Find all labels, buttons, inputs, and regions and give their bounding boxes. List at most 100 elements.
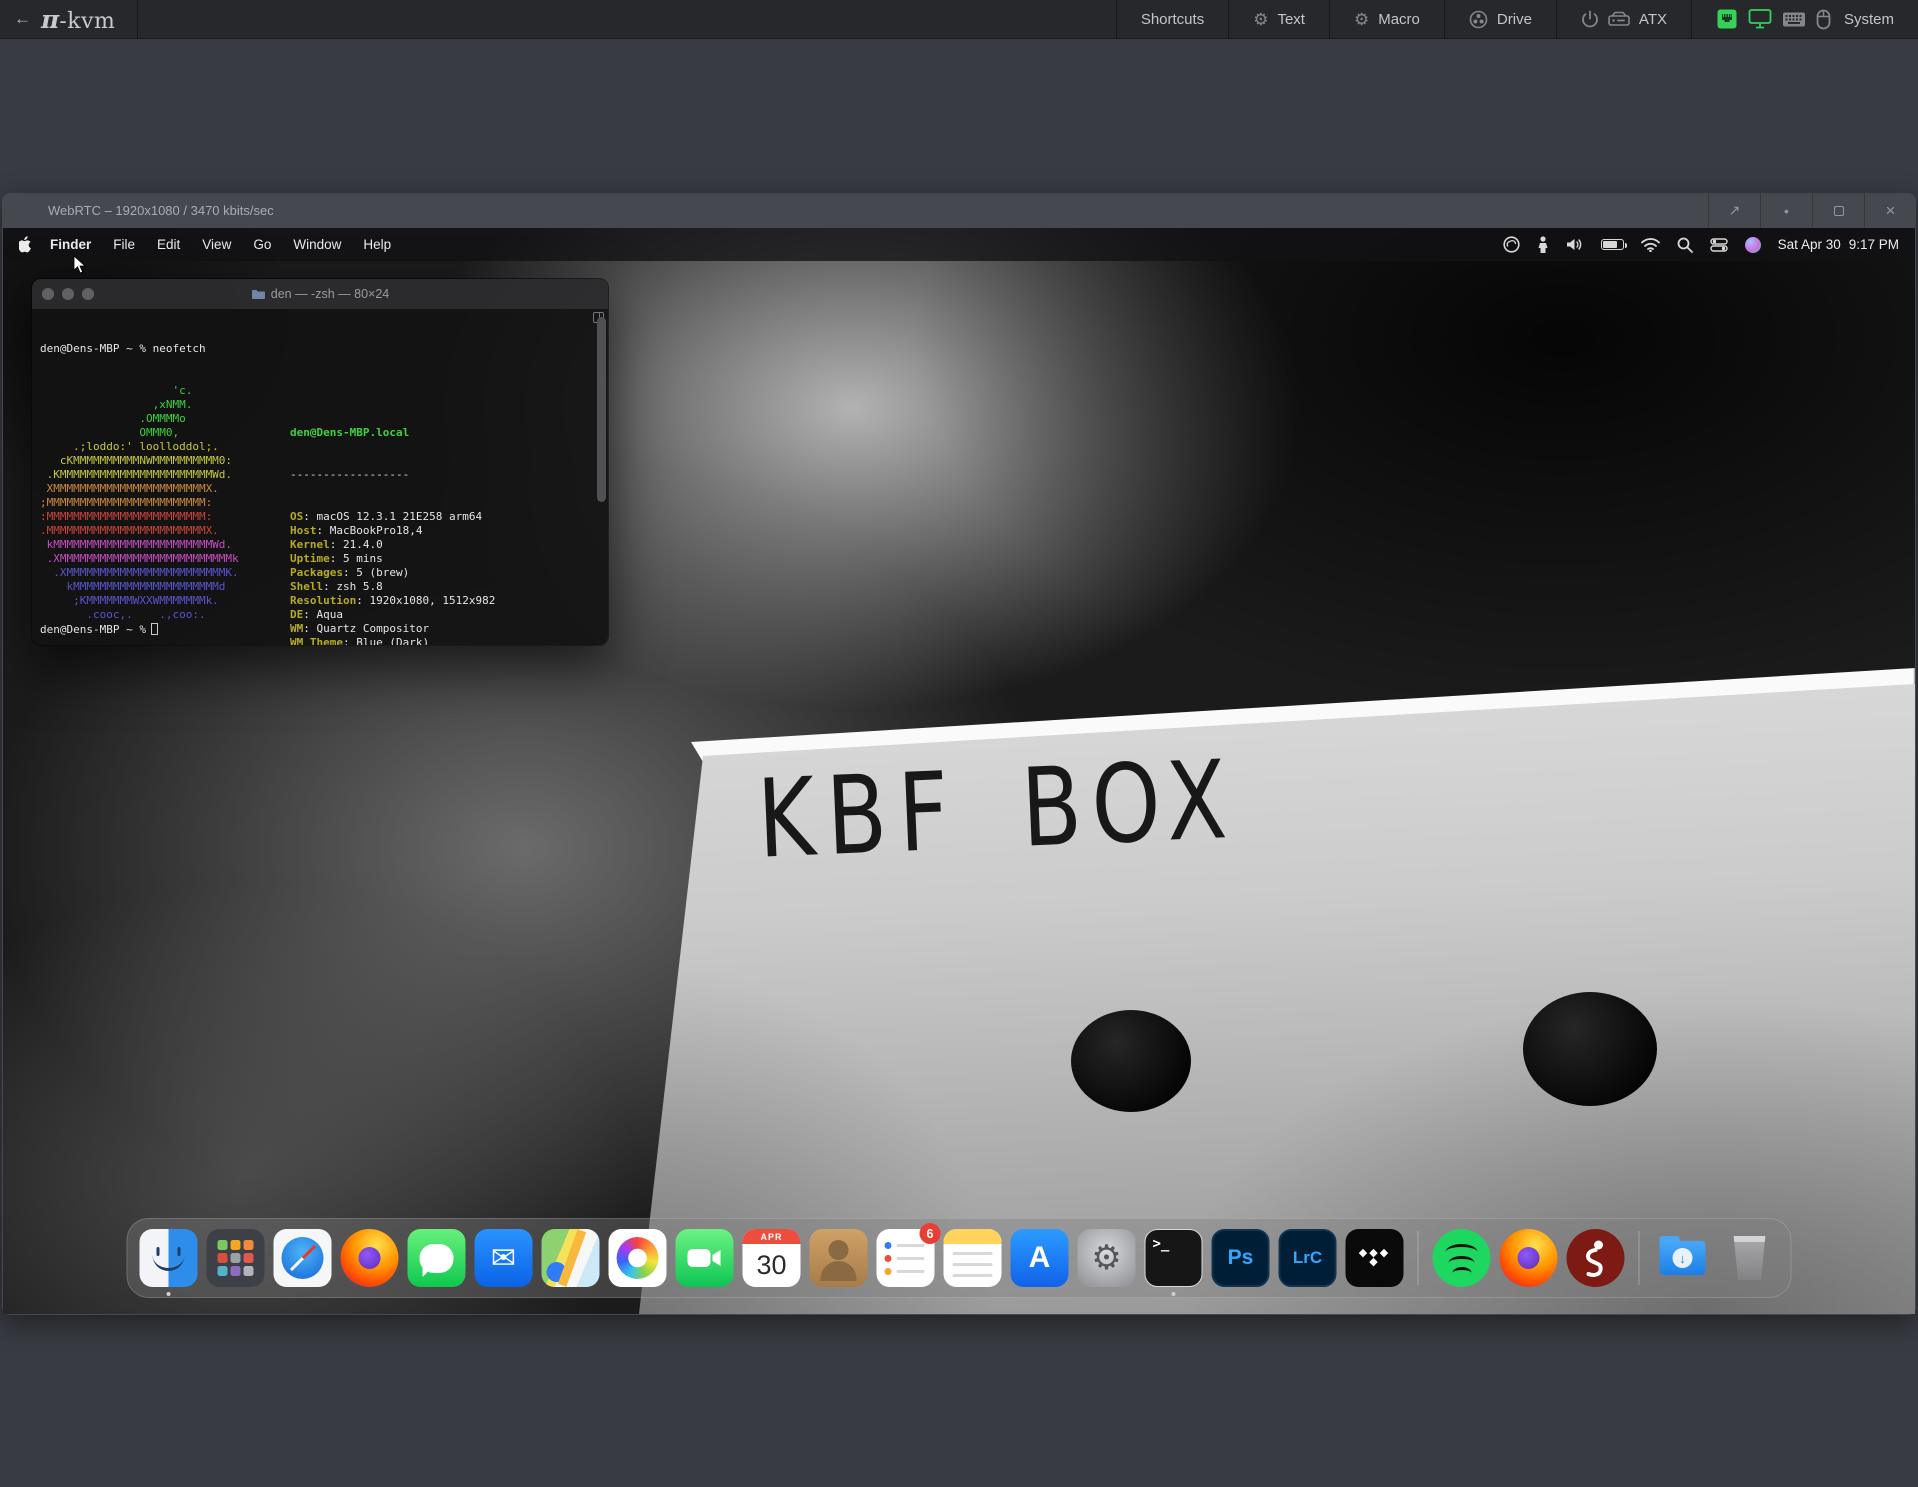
dock-icon-reminders[interactable]: 6 [877, 1229, 935, 1287]
dock-icon-notes[interactable] [944, 1229, 1002, 1287]
dock-icon-launchpad[interactable] [207, 1229, 265, 1287]
dock-icon-contacts[interactable] [810, 1229, 868, 1287]
spotify-waves-icon [1446, 1244, 1478, 1252]
neofetch-host-line: den@Dens-MBP.local [290, 426, 495, 440]
terminal-content[interactable]: den@Dens-MBP ~ % neofetch 'c. ,xNMM. .OM… [32, 309, 608, 646]
dock-icon-safari[interactable] [274, 1229, 332, 1287]
macos-dock: ✉ APR 30 6 [127, 1218, 1792, 1298]
macro-menu[interactable]: ⚙ Macro [1329, 0, 1444, 38]
pikvm-logo: π-kvm [41, 5, 115, 34]
gear-icon: ⚙ [1253, 11, 1268, 28]
dock-icon-lightroom-classic[interactable]: LrC [1279, 1229, 1337, 1287]
terminal-titlebar[interactable]: den — -zsh — 80×24 [32, 279, 608, 309]
neofetch-ascii-apple: 'c. ,xNMM. .OMMMMo OMMM0, .;loddo:' lool… [40, 384, 264, 646]
status-icons [1716, 8, 1831, 30]
dock-icon-calendar[interactable]: APR 30 [743, 1229, 801, 1287]
close-button[interactable]: × [1864, 193, 1916, 228]
dock-icon-firefox[interactable] [341, 1229, 399, 1287]
shortcuts-label: Shortcuts [1141, 11, 1204, 28]
control-center-icon[interactable] [1710, 238, 1728, 252]
neofetch-separator: ------------------ [290, 468, 495, 482]
maximize-button[interactable] [1812, 193, 1864, 228]
dock-icon-app-store[interactable]: A [1011, 1229, 1069, 1287]
macro-label: Macro [1378, 11, 1420, 28]
reset-size-button[interactable]: • [1760, 193, 1812, 228]
dock-icon-spotify[interactable] [1433, 1229, 1491, 1287]
figure-icon[interactable] [1537, 236, 1549, 254]
power-icon [1581, 10, 1599, 28]
dock-icon-system-preferences[interactable]: ⚙ [1078, 1229, 1136, 1287]
neofetch-output: 'c. ,xNMM. .OMMMMo OMMM0, .;loddo:' lool… [40, 384, 600, 646]
menubar-item-file[interactable]: File [102, 237, 146, 252]
menubar-item-finder[interactable]: Finder [39, 237, 102, 252]
envelope-icon: ✉ [491, 1241, 516, 1276]
pikvm-topbar: ← π-kvm Shortcuts ⚙ Text ⚙ Macro Drive A… [0, 0, 1918, 39]
gear-icon: ⚙ [1354, 11, 1369, 28]
webrtc-stream-window: WebRTC – 1920x1080 / 3470 kbits/sec ↗ • … [2, 193, 1916, 1315]
calendar-month: APR [743, 1229, 801, 1244]
dock-icon-downloads[interactable]: ↓ [1654, 1229, 1712, 1287]
menubar-item-view[interactable]: View [191, 237, 242, 252]
safari-compass-icon [282, 1237, 324, 1279]
text-label: Text [1277, 11, 1305, 28]
terminal-prompt: den@Dens-MBP ~ % [40, 623, 158, 637]
video-camera-icon [687, 1246, 723, 1270]
downloads-folder-icon: ↓ [1660, 1241, 1706, 1275]
atx-label: ATX [1639, 11, 1667, 28]
dock-icon-trash[interactable] [1721, 1229, 1779, 1287]
launchpad-grid-icon [216, 1238, 256, 1278]
dock-separator [1639, 1231, 1640, 1285]
stream-window-controls: ↗ • × [1708, 193, 1916, 228]
stream-titlebar[interactable]: WebRTC – 1920x1080 / 3470 kbits/sec ↗ • … [2, 193, 1916, 228]
atx-menu[interactable]: ATX [1556, 0, 1691, 38]
siri-icon[interactable] [1745, 237, 1761, 253]
dock-icon-terminal[interactable]: >_ [1145, 1229, 1203, 1287]
mouse-cursor [73, 255, 87, 275]
wallpaper-box-hole [1523, 992, 1657, 1106]
maps-road-icon [558, 1229, 586, 1287]
dock-icon-finder[interactable] [140, 1229, 198, 1287]
fullscreen-icon: ↗ [1729, 202, 1741, 219]
dock-icon-maps[interactable] [542, 1229, 600, 1287]
drive-menu[interactable]: Drive [1444, 0, 1556, 38]
dock-icon-mail[interactable]: ✉ [475, 1229, 533, 1287]
gear-icon: ⚙ [1091, 1241, 1121, 1275]
dock-icon-facetime[interactable] [676, 1229, 734, 1287]
apple-menu[interactable] [19, 236, 33, 253]
creative-cloud-icon[interactable] [1503, 236, 1520, 253]
topbar-spacer [138, 0, 1115, 38]
wallpaper-kbf-box-text: KBF BOX [755, 734, 1281, 883]
volume-icon[interactable] [1566, 237, 1584, 252]
calendar-day: 30 [756, 1244, 786, 1287]
dock-icon-photoshop[interactable]: Ps [1212, 1229, 1270, 1287]
menubar-clock[interactable]: Sat Apr 30 9:17 PM [1778, 237, 1899, 252]
terminal-scrollbar[interactable] [597, 317, 606, 502]
fullscreen-button[interactable]: ↗ [1708, 193, 1760, 228]
system-menu[interactable]: System [1691, 0, 1918, 38]
spotlight-search-icon[interactable] [1677, 237, 1693, 253]
keyboard-idle-icon [1782, 11, 1806, 28]
dock-icon-wireguard[interactable] [1567, 1229, 1625, 1287]
trash-can-icon [1732, 1236, 1768, 1280]
battery-icon[interactable] [1601, 239, 1624, 250]
remote-desktop-screen[interactable]: KBF BOX Finder File Edit View Go Window … [3, 228, 1915, 1314]
menubar-item-window[interactable]: Window [282, 237, 352, 252]
text-menu[interactable]: ⚙ Text [1228, 0, 1329, 38]
dock-separator [1418, 1231, 1419, 1285]
dock-icon-photos[interactable] [609, 1229, 667, 1287]
menubar-item-go[interactable]: Go [242, 237, 282, 252]
menubar-menus: Finder File Edit View Go Window Help [19, 236, 402, 253]
dock-icon-firefox-2[interactable] [1500, 1229, 1558, 1287]
menubar-item-help[interactable]: Help [352, 237, 402, 252]
menubar-status-area: Sat Apr 30 9:17 PM [1503, 236, 1899, 254]
dock-icon-messages[interactable] [408, 1229, 466, 1287]
terminal-window[interactable]: den — -zsh — 80×24 den@Dens-MBP ~ % neof… [31, 278, 609, 646]
shortcuts-menu[interactable]: Shortcuts [1116, 0, 1228, 38]
close-icon: × [1886, 201, 1896, 221]
menubar-item-edit[interactable]: Edit [146, 237, 191, 252]
system-label: System [1844, 11, 1894, 28]
wifi-icon[interactable] [1641, 238, 1660, 252]
back-to-index[interactable]: ← π-kvm [0, 0, 138, 38]
dock-icon-tidal[interactable]: ◆◆◆◆ [1346, 1229, 1404, 1287]
photos-pinwheel-icon [617, 1237, 659, 1279]
